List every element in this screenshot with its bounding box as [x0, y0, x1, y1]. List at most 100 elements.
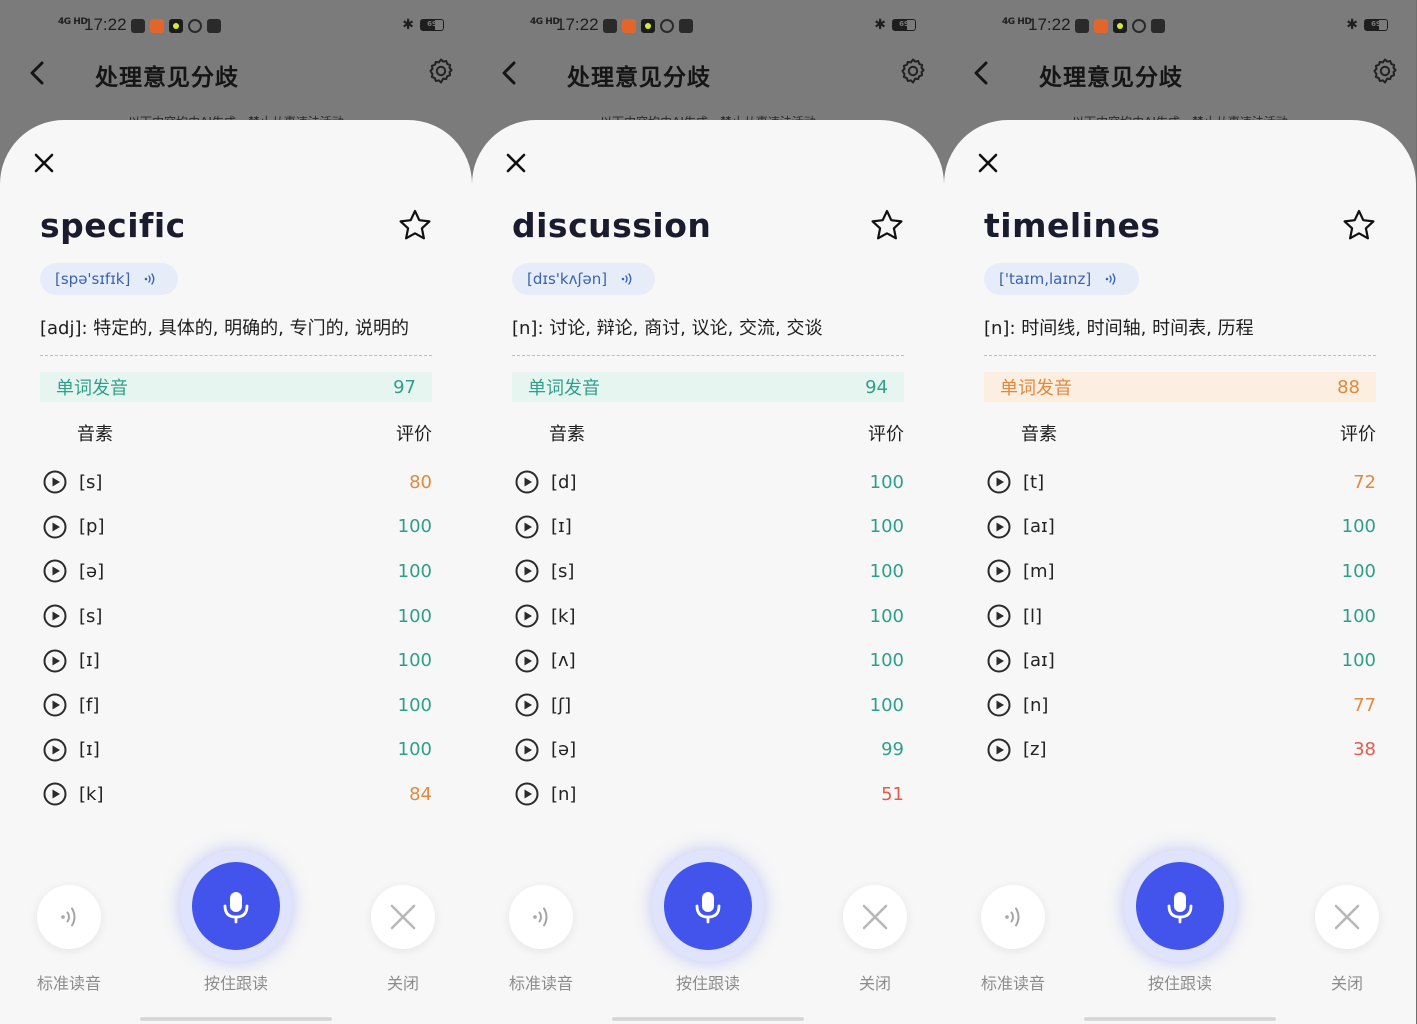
play-icon[interactable]: [514, 781, 540, 807]
play-icon[interactable]: [514, 514, 540, 540]
close-button[interactable]: [1315, 885, 1379, 949]
phoneme-score: 80: [409, 471, 432, 493]
app-screen-discussion: 4G HD 17:22 ✱ 69 处理意见分歧 discussion [dɪs'…: [472, 0, 944, 1024]
phoneme-list: [d] 100 [ɪ] 100 [s] 100 [k] 100 [ʌ] 100 [ʃ] 100 [ə] 9…: [512, 460, 904, 817]
phoneme-score: 100: [397, 516, 432, 538]
play-icon[interactable]: [42, 692, 68, 718]
status-bar: 4G HD 17:22 ✱ 69: [0, 0, 472, 52]
play-icon[interactable]: [514, 469, 540, 495]
score-label: 单词发音: [56, 378, 128, 399]
mic-button-core[interactable]: [1136, 862, 1224, 950]
close-icon[interactable]: [30, 149, 58, 177]
back-arrow-icon[interactable]: [498, 58, 520, 88]
app-notification-icon: [169, 19, 183, 33]
play-icon[interactable]: [986, 603, 1012, 629]
phoneme-score: 99: [881, 739, 904, 761]
back-arrow-icon[interactable]: [26, 58, 48, 88]
phoneme-symbol: [n]: [1023, 694, 1049, 716]
app-notification-icon: [641, 19, 655, 33]
app-notification-icon: [622, 19, 636, 33]
app-notification-icon: [1113, 19, 1127, 33]
standard-pronunciation-label: 标准读音: [980, 974, 1045, 993]
mic-button-core[interactable]: [192, 862, 280, 950]
phoneme-symbol: [z]: [1023, 739, 1047, 761]
play-icon[interactable]: [986, 737, 1012, 763]
word-title: timelines: [984, 206, 1161, 245]
standard-pronunciation-label: 标准读音: [36, 974, 101, 993]
play-icon[interactable]: [514, 692, 540, 718]
play-icon[interactable]: [42, 469, 68, 495]
phoneme-symbol: [n]: [551, 783, 577, 805]
play-icon[interactable]: [986, 514, 1012, 540]
divider: [984, 355, 1376, 356]
gear-icon[interactable]: [1370, 56, 1400, 86]
word-score: 97: [393, 376, 416, 398]
phoneme-score: 100: [397, 605, 432, 627]
play-icon[interactable]: [986, 469, 1012, 495]
gear-icon[interactable]: [426, 56, 456, 86]
play-icon[interactable]: [42, 603, 68, 629]
microphone-icon: [223, 892, 249, 924]
star-icon[interactable]: [870, 208, 904, 242]
phoneme-row: [k] 84: [40, 772, 432, 817]
phoneme-symbol: [ɪ]: [79, 650, 100, 672]
phoneme-symbol: [s]: [551, 560, 575, 582]
phoneme-row: [aɪ] 100: [984, 638, 1376, 683]
phoneme-symbol: [ə]: [551, 739, 577, 761]
close-icon[interactable]: [974, 149, 1002, 177]
standard-pronunciation-button[interactable]: [981, 885, 1045, 949]
play-icon[interactable]: [514, 603, 540, 629]
status-bar: 4G HD 17:22 ✱ 69: [944, 0, 1416, 52]
phonetic-play-button[interactable]: [spə'sɪfɪk]: [40, 263, 179, 295]
close-button[interactable]: [843, 885, 907, 949]
phoneme-table-header: 音素 评价: [40, 420, 432, 446]
phonetic-play-button[interactable]: ['taɪm,laɪnz]: [984, 263, 1140, 295]
play-icon[interactable]: [42, 514, 68, 540]
sound-wave-icon: [61, 907, 76, 927]
play-icon[interactable]: [42, 558, 68, 584]
standard-pronunciation-button[interactable]: [509, 885, 573, 949]
gear-icon[interactable]: [898, 56, 928, 86]
app-notification-icon: [1151, 19, 1165, 33]
sound-wave-icon: [621, 273, 632, 285]
phoneme-row: [n] 51: [512, 772, 904, 817]
play-icon[interactable]: [986, 558, 1012, 584]
phoneme-table-header: 音素 评价: [984, 420, 1376, 446]
phoneme-row: [s] 100: [512, 549, 904, 594]
phoneme-symbol: [aɪ]: [1023, 516, 1055, 538]
hold-to-record-button[interactable]: [1124, 850, 1236, 962]
app-screen-timelines: 4G HD 17:22 ✱ 69 处理意见分歧 timelines ['taɪm…: [944, 0, 1416, 1024]
standard-pronunciation-button[interactable]: [37, 885, 101, 949]
phoneme-row: [z] 38: [984, 728, 1376, 773]
home-indicator: [612, 1017, 804, 1021]
phonetic-play-button[interactable]: [dɪs'kʌʃən]: [512, 263, 656, 295]
play-icon[interactable]: [42, 648, 68, 674]
phoneme-row: [s] 80: [40, 460, 432, 505]
title-bar: 处理意见分歧: [944, 52, 1416, 100]
back-arrow-icon[interactable]: [970, 58, 992, 88]
phoneme-column-header: 音素: [549, 424, 585, 445]
play-icon[interactable]: [42, 781, 68, 807]
hold-to-record-button[interactable]: [180, 850, 292, 962]
close-icon[interactable]: [502, 149, 530, 177]
star-icon[interactable]: [1342, 208, 1376, 242]
play-icon[interactable]: [42, 737, 68, 763]
action-bar: 标准读音 按住跟读 关闭: [472, 850, 944, 1000]
close-button[interactable]: [371, 885, 435, 949]
phoneme-score: 100: [397, 650, 432, 672]
hold-to-record-button[interactable]: [652, 850, 764, 962]
phoneme-row: [s] 100: [40, 594, 432, 639]
word-title: specific: [40, 206, 186, 245]
mic-button-core[interactable]: [664, 862, 752, 950]
star-icon[interactable]: [398, 208, 432, 242]
play-icon[interactable]: [514, 558, 540, 584]
bluetooth-icon: ✱: [1346, 17, 1358, 33]
phoneme-symbol: [k]: [79, 783, 104, 805]
play-icon[interactable]: [514, 648, 540, 674]
phoneme-symbol: [ʃ]: [551, 694, 572, 716]
play-icon[interactable]: [514, 737, 540, 763]
bluetooth-icon: ✱: [874, 17, 886, 33]
play-icon[interactable]: [986, 648, 1012, 674]
app-notification-icon: [1075, 19, 1089, 33]
play-icon[interactable]: [986, 692, 1012, 718]
